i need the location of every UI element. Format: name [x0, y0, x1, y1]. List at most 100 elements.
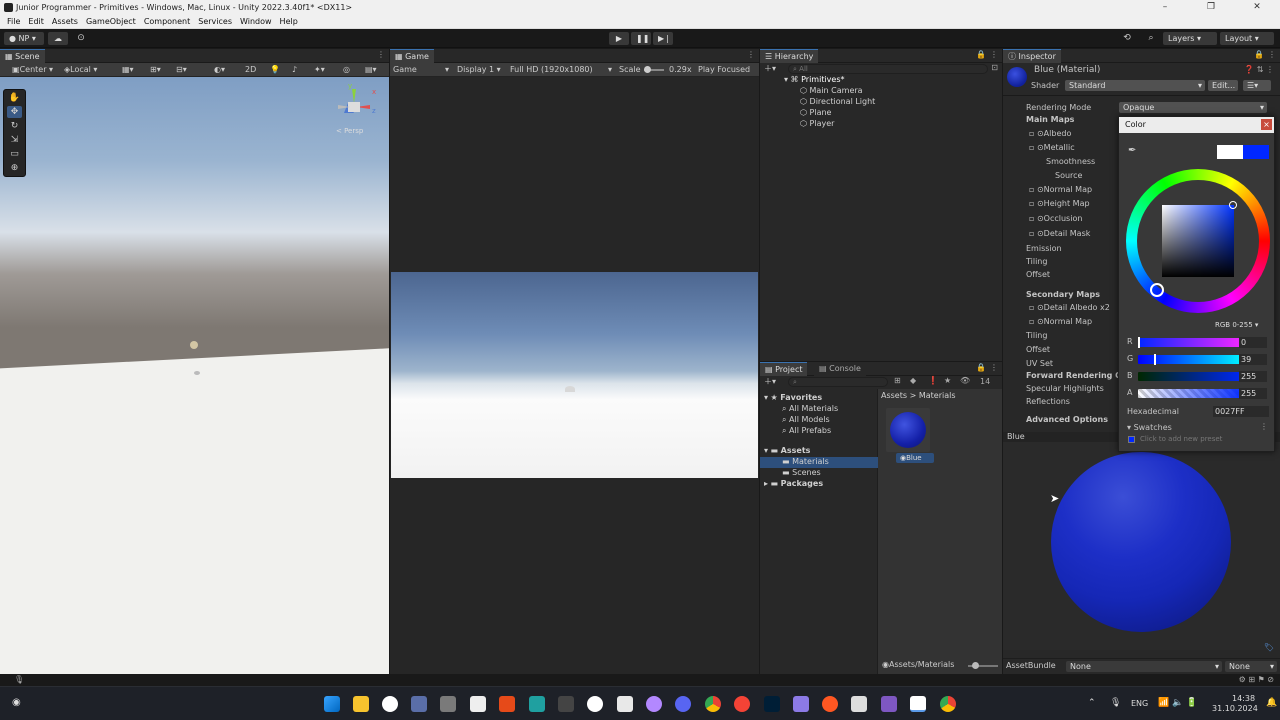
lighting-icon[interactable]: 💡 [270, 64, 280, 76]
lock-icon[interactable]: 🔒 [976, 363, 986, 372]
chrome-icon[interactable] [940, 696, 956, 712]
app-icon[interactable] [851, 696, 867, 712]
transform-tool-icon[interactable]: ⊕ [7, 162, 22, 174]
favorite-item[interactable]: ⌕ All Models [782, 415, 830, 426]
material-preview[interactable]: ➤ [1003, 442, 1280, 650]
discord-icon[interactable] [675, 696, 691, 712]
lock-icon[interactable]: 🔒 [1254, 50, 1264, 59]
tag-icon[interactable]: 🏷 [1264, 643, 1274, 652]
chrome-icon[interactable] [705, 696, 721, 712]
light-gizmo-icon[interactable] [190, 341, 198, 349]
snap-icon[interactable]: ⊟▾ [176, 64, 187, 76]
rect-tool-icon[interactable]: ▭ [7, 148, 22, 160]
resolution-dropdown[interactable]: Full HD (1920x1080) ▾ [510, 64, 612, 76]
more-icon[interactable]: ⋮ [747, 50, 755, 59]
shader-dropdown[interactable]: Standard ▾ [1065, 80, 1205, 91]
menu-component[interactable]: Component [140, 15, 194, 28]
more-icon[interactable]: ⋮ [377, 50, 385, 59]
favorite-item[interactable]: ⌕ All Materials [782, 404, 838, 415]
favorite-star-icon[interactable]: ★ [944, 376, 951, 385]
scenes-folder[interactable]: ▬ Scenes [782, 468, 821, 479]
hierarchy-item[interactable]: ⬡ Plane [800, 108, 831, 119]
asset-label[interactable]: ◉Blue [896, 453, 934, 463]
tray-chevron-icon[interactable]: ⌃ [1088, 698, 1096, 708]
tab-console[interactable]: ▤ Console [814, 362, 866, 376]
audio-icon[interactable]: ♪ [292, 64, 297, 76]
effects-icon[interactable]: ✦▾ [314, 64, 325, 76]
hierarchy-search-input[interactable]: ⌕ All [788, 64, 988, 74]
project-search-input[interactable]: ⌕ [788, 377, 888, 387]
start-button[interactable] [324, 696, 340, 712]
hue-marker[interactable] [1150, 283, 1164, 297]
hand-tool-icon[interactable]: ✋ [7, 92, 22, 104]
player-object[interactable] [194, 371, 200, 375]
secondary-normal-map-row[interactable]: ▫ ⊙Normal Map [1029, 315, 1092, 328]
hidden-packages-icon[interactable]: 👁 [960, 376, 970, 385]
display-dropdown[interactable]: Display 1 ▾ [457, 64, 506, 76]
mic-tray-icon[interactable]: 🎙 [1110, 698, 1121, 708]
microphone-icon[interactable]: 🎙 [14, 675, 24, 684]
app-icon[interactable] [499, 696, 515, 712]
swatches-more-icon[interactable]: ⋮ [1260, 422, 1268, 431]
color-mode-dropdown[interactable]: RGB 0-255 ▾ [1211, 320, 1267, 331]
game-viewport[interactable] [391, 272, 758, 478]
notepad-icon[interactable] [470, 696, 486, 712]
visibility-icon[interactable]: ◎ [343, 64, 350, 76]
hierarchy-item[interactable]: ⬡ Main Camera [800, 86, 863, 97]
collab-icon[interactable]: ⊙ [74, 32, 88, 45]
notifications-icon[interactable]: 🔔 [1266, 698, 1277, 708]
camera-icon[interactable]: ◉ [12, 697, 21, 708]
lock-icon[interactable]: 🔒 [976, 50, 986, 59]
breadcrumb-leaf[interactable]: Materials [919, 391, 956, 400]
add-preset-label[interactable]: Click to add new preset [1140, 435, 1222, 443]
albedo-row[interactable]: ▫ ⊙Albedo [1029, 127, 1071, 140]
unity-editor-icon[interactable] [910, 696, 926, 712]
more-icon[interactable]: ⋮ [990, 363, 998, 372]
materials-folder[interactable]: ▬ Materials [760, 457, 878, 468]
photoshop-icon[interactable] [764, 696, 780, 712]
file-explorer-icon[interactable] [353, 696, 369, 712]
r-value-field[interactable]: 0 [1239, 337, 1267, 348]
unity-hub-icon[interactable] [617, 696, 633, 712]
scene-viewport[interactable] [0, 77, 389, 674]
scale-tool-icon[interactable]: ⇲ [7, 134, 22, 146]
tab-hierarchy[interactable]: ☰ Hierarchy [760, 49, 819, 63]
g-slider[interactable] [1138, 354, 1246, 365]
g-value-field[interactable]: 39 [1239, 354, 1267, 365]
b-value-field[interactable]: 255 [1239, 371, 1267, 382]
emission-label[interactable]: Emission [1026, 242, 1062, 255]
rotate-tool-icon[interactable]: ↻ [7, 120, 22, 132]
status-icons[interactable]: ⚙ ⊞ ⚑ ⊘ [1239, 675, 1274, 684]
2d-toggle[interactable]: 2D [245, 64, 256, 76]
occlusion-row[interactable]: ▫ ⊙Occlusion [1029, 212, 1082, 225]
normal-map-row[interactable]: ▫ ⊙Normal Map [1029, 183, 1092, 196]
app-icon[interactable] [382, 696, 398, 712]
app-icon[interactable] [646, 696, 662, 712]
tab-game[interactable]: ▦ Game [390, 49, 434, 63]
cloud-icon[interactable]: ☁ [48, 32, 68, 45]
height-map-row[interactable]: ▫ ⊙Height Map [1029, 197, 1090, 210]
menu-gameobject[interactable]: GameObject [82, 15, 140, 28]
yandex-icon[interactable] [734, 696, 750, 712]
favorite-item[interactable]: ⌕ All Prefabs [782, 426, 831, 437]
saturation-value-box[interactable] [1162, 205, 1234, 277]
hierarchy-root[interactable]: ▾ ⌘ Primitives* [784, 75, 845, 86]
minimize-button[interactable]: – [1142, 0, 1188, 15]
grid-snap-icon[interactable]: ▦▾ [122, 64, 134, 76]
assetbundle-variant-dropdown[interactable]: None ▾ [1225, 661, 1277, 672]
scale-slider-thumb[interactable] [644, 66, 651, 73]
clock-time[interactable]: 14:38 [1232, 694, 1255, 703]
swatch-preset[interactable] [1128, 436, 1135, 443]
game-mode-dropdown[interactable]: Game ▾ [393, 64, 449, 76]
space-dropdown[interactable]: ◈Local ▾ [64, 64, 97, 76]
more-icon[interactable]: ⋮ [1268, 50, 1276, 59]
unreal-icon[interactable] [587, 696, 603, 712]
hue-wheel[interactable] [1126, 169, 1270, 313]
search-icon[interactable]: ⌕ [1144, 32, 1158, 45]
step-button[interactable]: ▶❘ [653, 32, 673, 45]
detail-albedo-row[interactable]: ▫ ⊙Detail Albedo x2 [1029, 301, 1110, 314]
app-icon[interactable] [440, 696, 456, 712]
sv-marker[interactable] [1229, 201, 1237, 209]
app-icon[interactable] [793, 696, 809, 712]
edit-shader-button[interactable]: Edit... [1208, 80, 1238, 91]
